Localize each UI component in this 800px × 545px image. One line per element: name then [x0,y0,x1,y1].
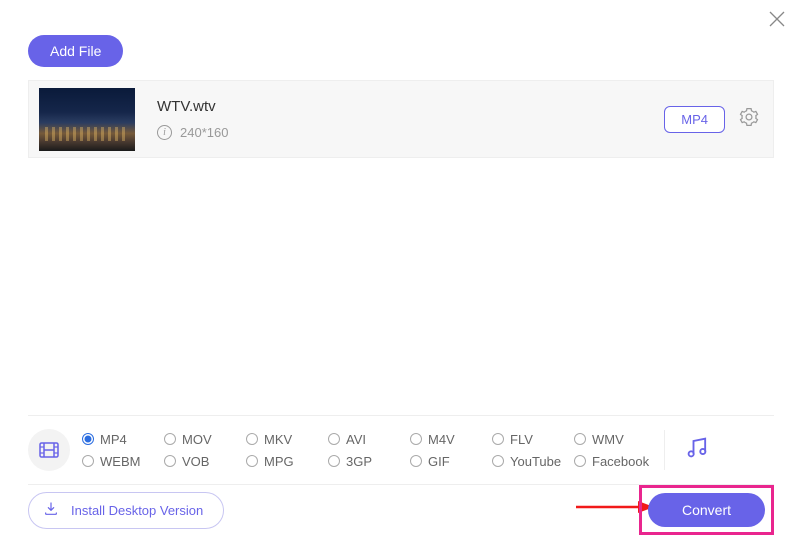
add-file-button[interactable]: Add File [28,35,123,67]
file-name: WTV.wtv [157,98,664,115]
file-thumbnail [39,88,135,151]
radio-icon [82,455,94,467]
format-option-mp4[interactable]: MP4 [82,432,164,447]
format-option-3gp[interactable]: 3GP [328,454,410,469]
gear-icon[interactable] [739,107,759,132]
music-icon[interactable] [683,434,711,467]
format-label: VOB [182,454,209,469]
format-option-avi[interactable]: AVI [328,432,410,447]
format-option-vob[interactable]: VOB [164,454,246,469]
format-option-mkv[interactable]: MKV [246,432,328,447]
radio-icon [574,433,586,445]
radio-icon [328,433,340,445]
format-label: GIF [428,454,450,469]
convert-highlight: Convert [639,485,774,535]
format-label: MKV [264,432,292,447]
radio-icon [246,433,258,445]
file-info: WTV.wtv i 240*160 [157,98,664,140]
format-option-gif[interactable]: GIF [410,454,492,469]
radio-icon [328,455,340,467]
format-label: 3GP [346,454,372,469]
radio-icon [164,433,176,445]
radio-icon [164,455,176,467]
install-desktop-label: Install Desktop Version [71,503,203,518]
format-label: FLV [510,432,533,447]
formats-grid: MP4 MOV MKV AVI M4V FLV WMV WEBM VOB MPG 3GP GIF You… [82,428,656,472]
convert-button[interactable]: Convert [648,493,765,527]
file-meta: i 240*160 [157,125,664,140]
radio-icon [410,433,422,445]
format-label: MPG [264,454,294,469]
info-icon[interactable]: i [157,125,172,140]
radio-icon [574,455,586,467]
divider [664,430,665,470]
radio-icon [82,433,94,445]
format-option-mpg[interactable]: MPG [246,454,328,469]
format-label: YouTube [510,454,561,469]
format-label: M4V [428,432,455,447]
format-label: AVI [346,432,366,447]
download-icon [43,501,59,520]
radio-icon [492,433,504,445]
video-icon [28,429,70,471]
file-row: WTV.wtv i 240*160 MP4 [28,80,774,158]
format-option-webm[interactable]: WEBM [82,454,164,469]
format-label: WMV [592,432,624,447]
format-option-flv[interactable]: FLV [492,432,574,447]
format-label: MOV [182,432,212,447]
radio-icon [492,455,504,467]
format-label: WEBM [100,454,140,469]
radio-icon [410,455,422,467]
file-resolution: 240*160 [180,125,228,140]
radio-icon [246,455,258,467]
format-option-wmv[interactable]: WMV [574,432,656,447]
format-label: MP4 [100,432,127,447]
footer: Install Desktop Version Convert [28,485,774,535]
format-option-facebook[interactable]: Facebook [574,454,656,469]
output-format-panel: MP4 MOV MKV AVI M4V FLV WMV WEBM VOB MPG 3GP GIF You… [28,415,774,485]
target-format-badge[interactable]: MP4 [664,106,725,133]
install-desktop-button[interactable]: Install Desktop Version [28,492,224,529]
close-icon[interactable] [768,10,786,34]
format-option-youtube[interactable]: YouTube [492,454,574,469]
format-label: Facebook [592,454,649,469]
format-option-m4v[interactable]: M4V [410,432,492,447]
format-option-mov[interactable]: MOV [164,432,246,447]
